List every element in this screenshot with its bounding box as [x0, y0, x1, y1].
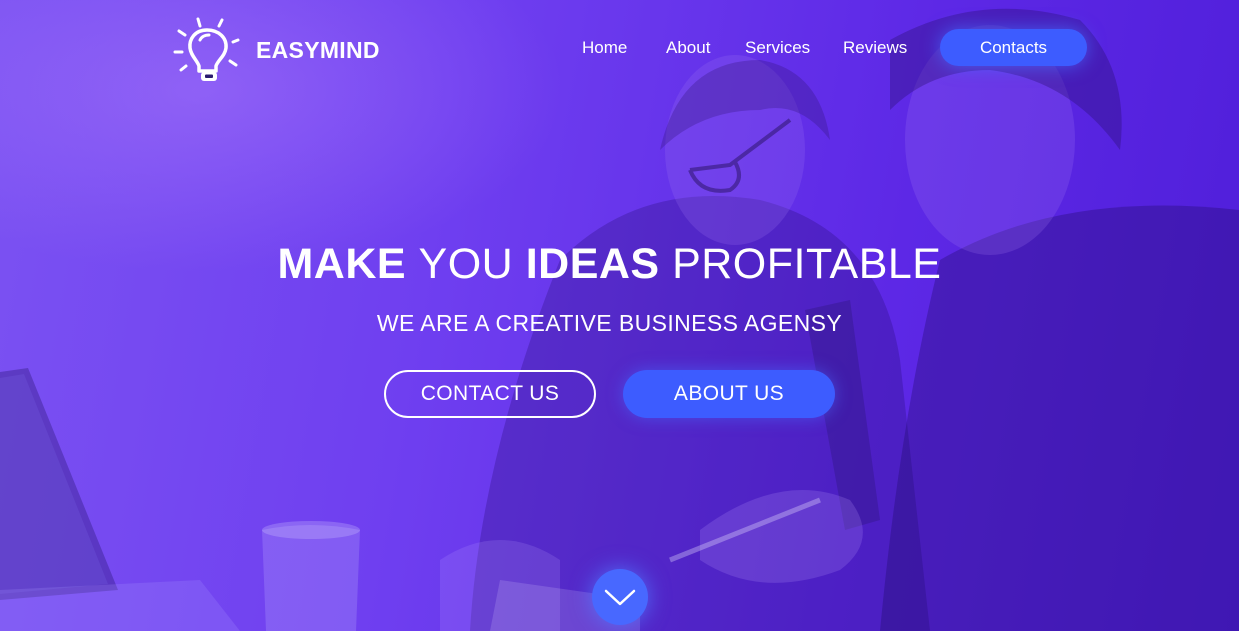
nav-item-reviews[interactable]: Reviews [843, 38, 907, 58]
nav-item-services[interactable]: Services [745, 38, 810, 58]
nav-item-home[interactable]: Home [582, 38, 627, 58]
hero-headline: MAKE YOU IDEAS PROFITABLE [0, 240, 1219, 289]
main-nav: Home About Services Reviews Contacts [0, 28, 1239, 68]
hero-subheadline: WE ARE A CREATIVE BUSINESS AGENSY [376, 310, 843, 336]
headline-part-profitable: PROFITABLE [672, 240, 942, 288]
contacts-button[interactable]: Contacts [940, 29, 1087, 66]
scroll-down-button[interactable] [592, 569, 648, 625]
headline-part-you: YOU [418, 240, 514, 288]
nav-item-about[interactable]: About [666, 38, 710, 58]
about-us-button[interactable]: ABOUT US [623, 370, 835, 418]
chevron-down-icon [604, 589, 636, 606]
headline-part-make: MAKE [277, 240, 407, 288]
site-header: EASYMIND Home About Services Reviews Con… [0, 0, 1239, 96]
contact-us-button[interactable]: CONTACT US [384, 370, 596, 418]
headline-part-ideas: IDEAS [525, 240, 660, 288]
